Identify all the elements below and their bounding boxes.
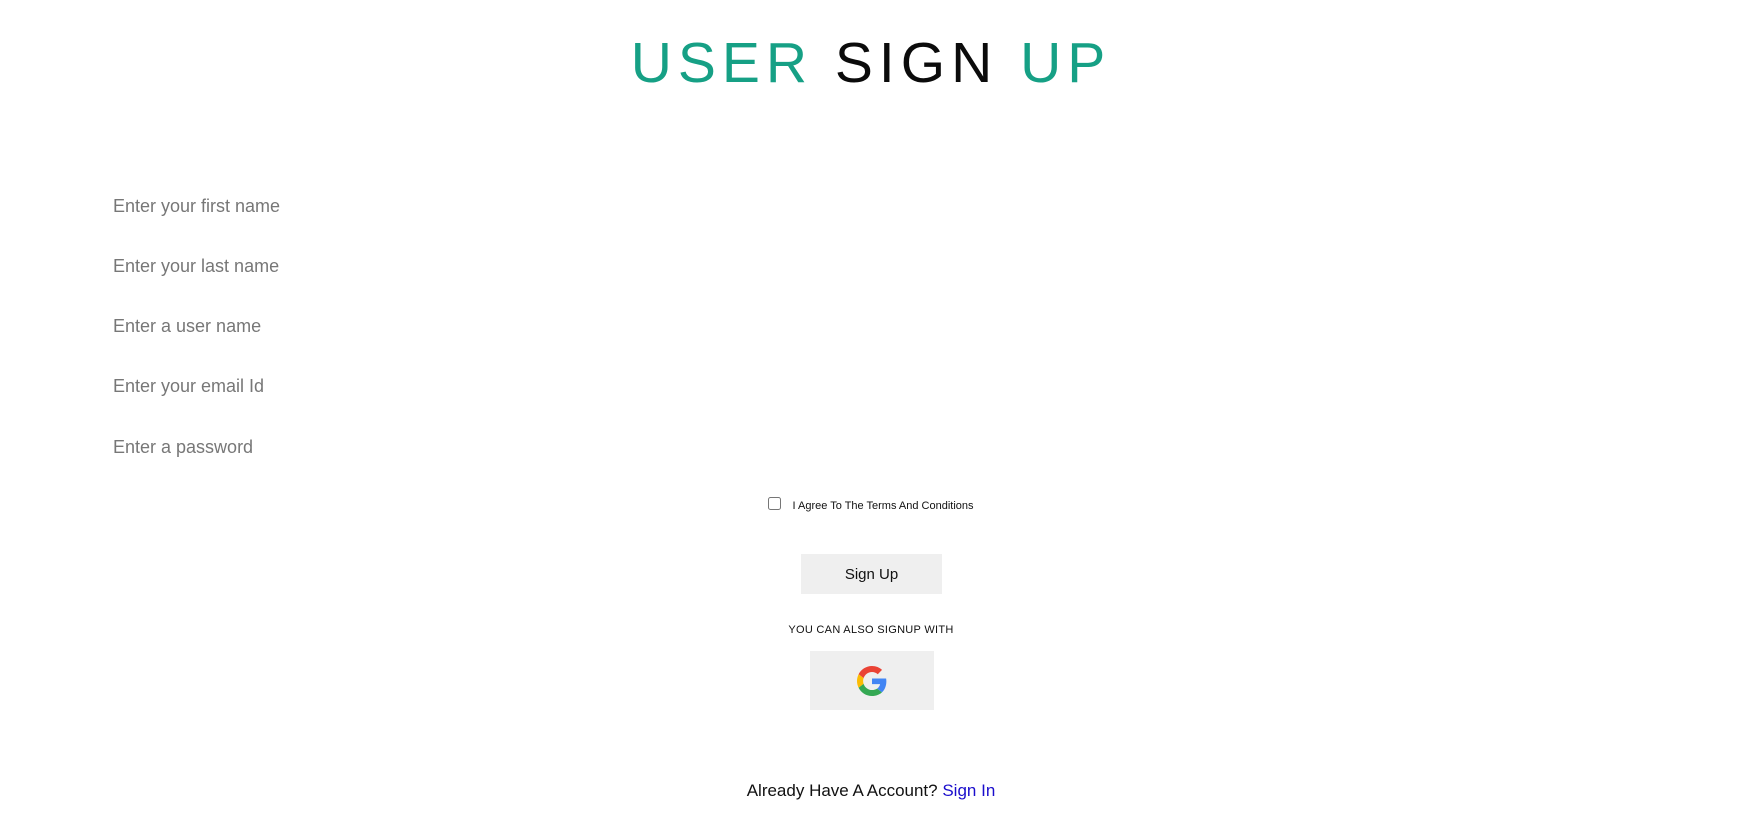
google-icon bbox=[857, 665, 887, 696]
title-part-sign: SIGN bbox=[834, 31, 999, 95]
password-input[interactable] bbox=[113, 429, 1613, 465]
title-part-up: UP bbox=[1020, 31, 1112, 95]
terms-label[interactable]: I Agree To The Terms And Conditions bbox=[793, 500, 974, 512]
email-input[interactable] bbox=[113, 368, 1613, 404]
signup-page: USER SIGN UP I Agree To The Terms And Co… bbox=[0, 0, 1742, 819]
page-title: USER SIGN UP bbox=[0, 28, 1742, 98]
social-signup-label: YOU CAN ALSO SIGNUP WITH bbox=[788, 624, 954, 636]
last-name-input[interactable] bbox=[113, 248, 1613, 284]
username-input[interactable] bbox=[113, 308, 1613, 344]
terms-row: I Agree To The Terms And Conditions bbox=[0, 497, 1742, 513]
signin-prompt: Already Have A Account? bbox=[746, 781, 938, 800]
signup-button[interactable]: Sign Up bbox=[801, 554, 942, 594]
first-name-input[interactable] bbox=[113, 188, 1613, 224]
signin-prompt-row: Already Have A Account? Sign In bbox=[0, 781, 1742, 801]
signin-link[interactable]: Sign In bbox=[942, 781, 995, 800]
terms-checkbox[interactable] bbox=[768, 497, 782, 510]
google-signup-button[interactable] bbox=[810, 651, 934, 710]
title-part-user: USER bbox=[630, 31, 814, 95]
